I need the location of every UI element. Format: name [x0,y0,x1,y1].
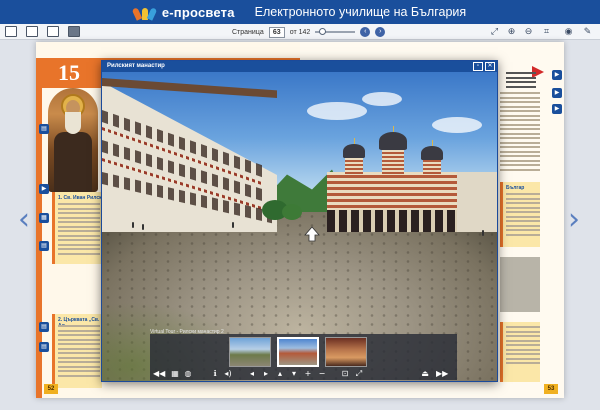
pan-down-icon[interactable]: ▾ [289,370,299,378]
brand-logo-icon [131,4,158,21]
map-globe-icon[interactable]: ◍ [183,370,193,378]
zoom-out-icon[interactable]: − [317,370,327,378]
page-total-label: от 142 [289,28,311,36]
sound-icon[interactable]: ◂) [223,370,233,378]
caption-heading-1: 1. Св. Иван Рилск [58,195,102,201]
vr-headset-icon[interactable]: ⊡ [340,370,350,378]
page-number-input[interactable]: 63 [268,26,285,38]
resource-icon[interactable]: ▤ [39,124,49,134]
resource-icon-2[interactable]: ▤ [39,241,49,251]
brand[interactable]: е-просвета Електронното училище на Бълга… [131,4,467,21]
previous-page-button[interactable]: ‹ [360,27,371,37]
previous-spread-arrow-icon[interactable]: ‹ [18,205,30,235]
top-header: е-просвета Електронното училище на Бълга… [0,0,600,24]
resource-icon-4[interactable]: ▤ [39,342,49,352]
next-scene-icon[interactable]: ▶▶ [436,370,448,378]
resource-icon-right-1[interactable]: ▶ [552,70,562,80]
move-forward-icon[interactable] [304,226,320,242]
virtual-tour-modal: Рилският манастир ▫ ✕ Virtual Tour - Рил… [101,60,498,382]
thumbnails-icon[interactable] [47,26,59,37]
fullscreen-book-icon[interactable] [68,26,80,37]
eye-icon[interactable]: ◉ [563,26,574,37]
page-slider-knob[interactable] [319,28,327,35]
pan-right-icon[interactable]: ▸ [261,370,271,378]
resource-icon-right-2[interactable]: ▶ [552,88,562,98]
gallery-icon[interactable]: ▦ [39,213,49,223]
manuscript-image [500,257,540,312]
resource-icon-right-3[interactable]: ▶ [552,104,562,114]
single-page-view-icon[interactable] [5,26,17,37]
page-navigator: Страница 63 от 142 ‹ › [232,25,386,39]
page-slider[interactable] [315,28,356,35]
saint-ivan-fresco-image [48,88,98,192]
modal-title: Рилският манастир [107,63,165,69]
church-caption-box: 2. Църквата „Св. Ал [52,314,102,388]
pencil-icon[interactable]: ✎ [582,26,593,37]
zoom-in-icon[interactable]: + [303,370,313,378]
brand-name: е-просвета [161,4,235,20]
bottom-info-box [500,322,540,382]
scene-thumbnail-2[interactable] [277,337,319,367]
minimize-icon[interactable]: ▫ [473,62,483,71]
saint-caption-box: 1. Св. Иван Рилск [52,192,102,264]
next-page-button[interactable]: › [375,27,386,37]
scene-thumbnail-3[interactable] [325,337,367,367]
modal-title-bar: Рилският манастир [102,61,497,72]
video-play-icon[interactable]: ▶ [39,184,49,194]
thumbnails-grid-icon[interactable]: ▦ [170,370,180,378]
close-icon[interactable]: ✕ [485,62,495,71]
hide-controls-icon[interactable]: ⏏ [420,370,430,378]
page-label: Страница [232,28,264,36]
info-icon[interactable]: ℹ [210,370,220,378]
fullscreen-icon[interactable]: ⤢ [354,370,364,378]
monastery-wing-right [457,172,497,232]
info-box-heading: Българ [506,185,525,191]
right-text-column [500,92,540,173]
tour-controls-bar: ◀◀ ▦ ◍ ℹ ◂) ◂ ▸ ▴ ▾ + − ⊡ ⤢ ⏏ ▶▶ [150,334,457,380]
crop-icon[interactable]: ⌗ [541,26,552,37]
panorama-viewport[interactable]: Virtual Tour - Рилски манастир 2 ◀◀ ▦ ◍ … [102,72,497,381]
expand-icon[interactable]: ⤢ [489,26,500,37]
lesson-number: 15 [58,60,80,85]
left-page-number: 52 [44,384,58,394]
reader-toolbar: Страница 63 от 142 ‹ › ⤢ ⊕ ⊖ ⌗ ◉ ✎ [0,24,600,40]
right-page-number: 53 [544,384,558,394]
info-box-right: Българ [500,182,540,247]
pan-left-icon[interactable]: ◂ [247,370,257,378]
zoom-in-icon[interactable]: ⊕ [506,26,517,37]
e-prosveta-reader: е-просвета Електронното училище на Бълга… [0,0,600,410]
nativity-church [327,126,457,232]
margin-note [506,72,536,90]
pan-up-icon[interactable]: ▴ [275,370,285,378]
next-spread-arrow-icon[interactable]: › [568,205,580,235]
brand-tagline: Електронното училище на България [254,5,467,19]
scene-thumbnail-1[interactable] [229,337,271,367]
double-page-view-icon[interactable] [26,26,38,37]
zoom-out-icon[interactable]: ⊖ [523,26,534,37]
resource-icon-3[interactable]: ▤ [39,322,49,332]
previous-scene-icon[interactable]: ◀◀ [153,370,165,378]
